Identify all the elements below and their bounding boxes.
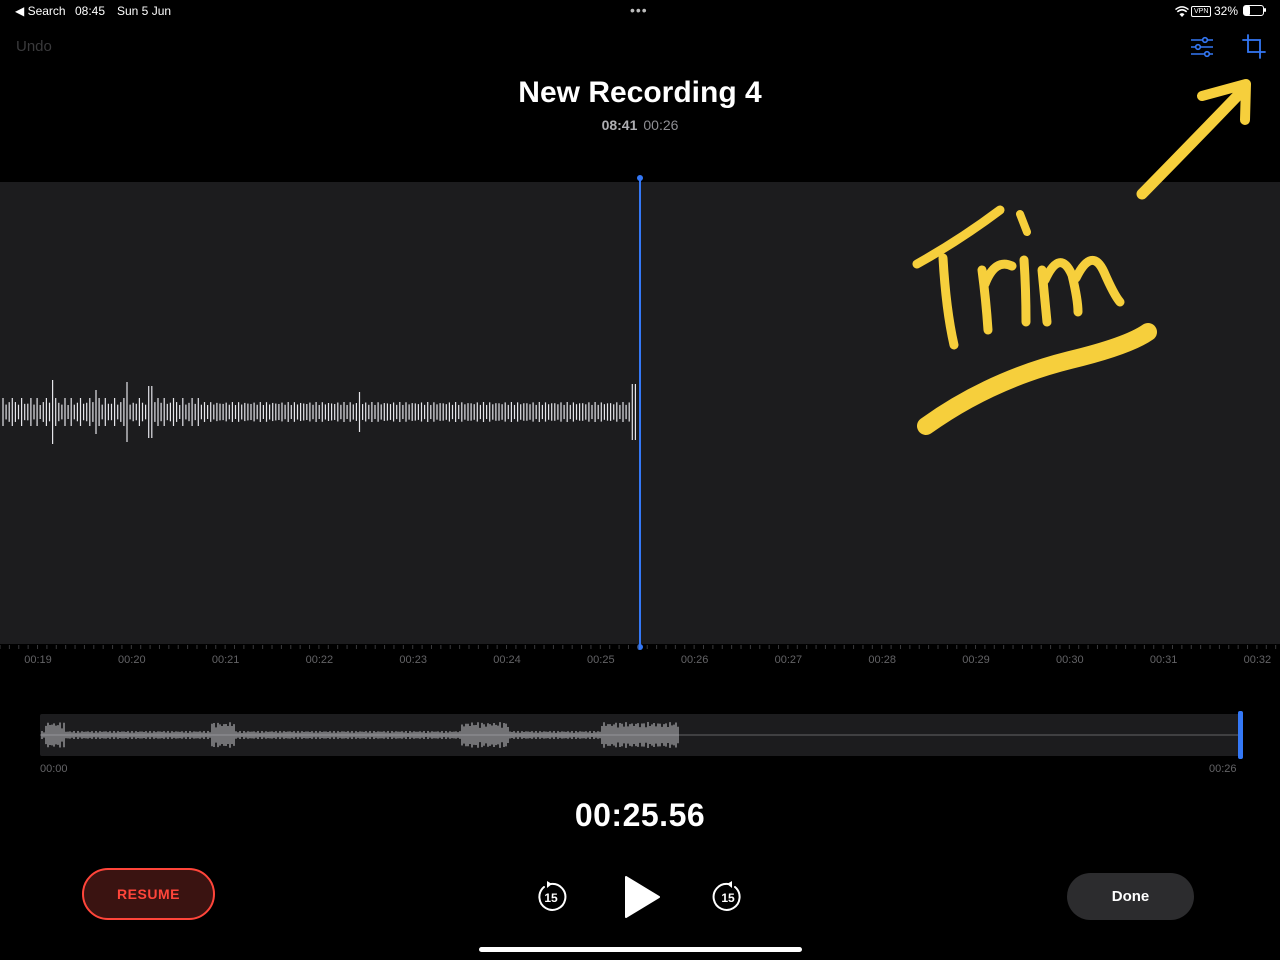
battery-percent: 32%: [1214, 4, 1239, 18]
battery-nub: [1264, 8, 1266, 12]
status-time: 08:45: [75, 4, 106, 18]
sliders-icon[interactable]: [1190, 36, 1214, 58]
skip-forward-label: 15: [721, 891, 735, 905]
playhead[interactable]: [639, 178, 641, 648]
timeline-tick-label: 00:32: [1243, 654, 1272, 666]
trim-annotation: [900, 60, 1260, 450]
skip-forward-icon: 15: [712, 881, 741, 911]
skip-back-label: 15: [544, 891, 558, 905]
timeline-tick-label: 00:21: [211, 654, 240, 666]
timeline-tick-label: 00:25: [587, 654, 615, 666]
play-icon: [625, 876, 660, 918]
multitasking-dots-icon[interactable]: •••: [630, 2, 648, 18]
overview-scrubber[interactable]: [40, 714, 1240, 756]
elapsed-time: 00:25.56: [574, 797, 706, 833]
skip-forward-15-button[interactable]: 15: [711, 880, 745, 914]
status-date: Sun 5 Jun: [117, 4, 172, 18]
timeline-tick-label: 00:19: [24, 654, 52, 666]
resume-label: RESUME: [117, 886, 180, 902]
play-button[interactable]: [622, 874, 662, 920]
home-indicator[interactable]: [479, 947, 802, 952]
timeline-tick-label: 00:26: [680, 654, 709, 666]
timeline-tick-label: 00:30: [1056, 654, 1084, 666]
vpn-badge: VPN: [1191, 6, 1212, 17]
overview-end-label: 00:26: [1209, 763, 1237, 775]
timeline-ruler: 00:19 00:20 00:21 00:22 00:23 00:24 00:25 00:26…: [0, 654, 1280, 670]
timeline-tick-label: 00:31: [1149, 654, 1178, 666]
wifi-icon: [1175, 5, 1189, 17]
skip-back-15-button[interactable]: 15: [534, 880, 568, 914]
timeline-tick-label: 00:29: [962, 654, 990, 666]
undo-button[interactable]: Undo: [16, 38, 52, 55]
done-button[interactable]: Done: [1067, 873, 1194, 920]
overview-position-handle[interactable]: [1238, 711, 1243, 759]
overview-start-label: 00:00: [40, 763, 68, 775]
playhead-top-knob[interactable]: [637, 175, 643, 181]
timeline-tick-label: 00:23: [399, 654, 427, 666]
battery-icon: [1243, 5, 1264, 16]
crop-trim-icon[interactable]: [1242, 34, 1266, 60]
timeline-tick-label: 00:24: [493, 654, 521, 666]
timeline-tick-label: 00:20: [118, 654, 146, 666]
timeline-tick-label: 00:27: [774, 654, 803, 666]
recording-time-of-day: 08:41: [601, 117, 638, 133]
resume-button[interactable]: RESUME: [82, 868, 215, 920]
timeline-tick-label: 00:22: [305, 654, 334, 666]
skip-back-icon: 15: [538, 881, 567, 911]
done-label: Done: [1111, 888, 1150, 905]
timeline-tick-label: 00:28: [868, 654, 896, 666]
back-to-search-link[interactable]: ◀ Search: [15, 4, 66, 18]
overview-waveform: [40, 722, 1240, 748]
recording-duration: 00:26: [643, 117, 679, 133]
